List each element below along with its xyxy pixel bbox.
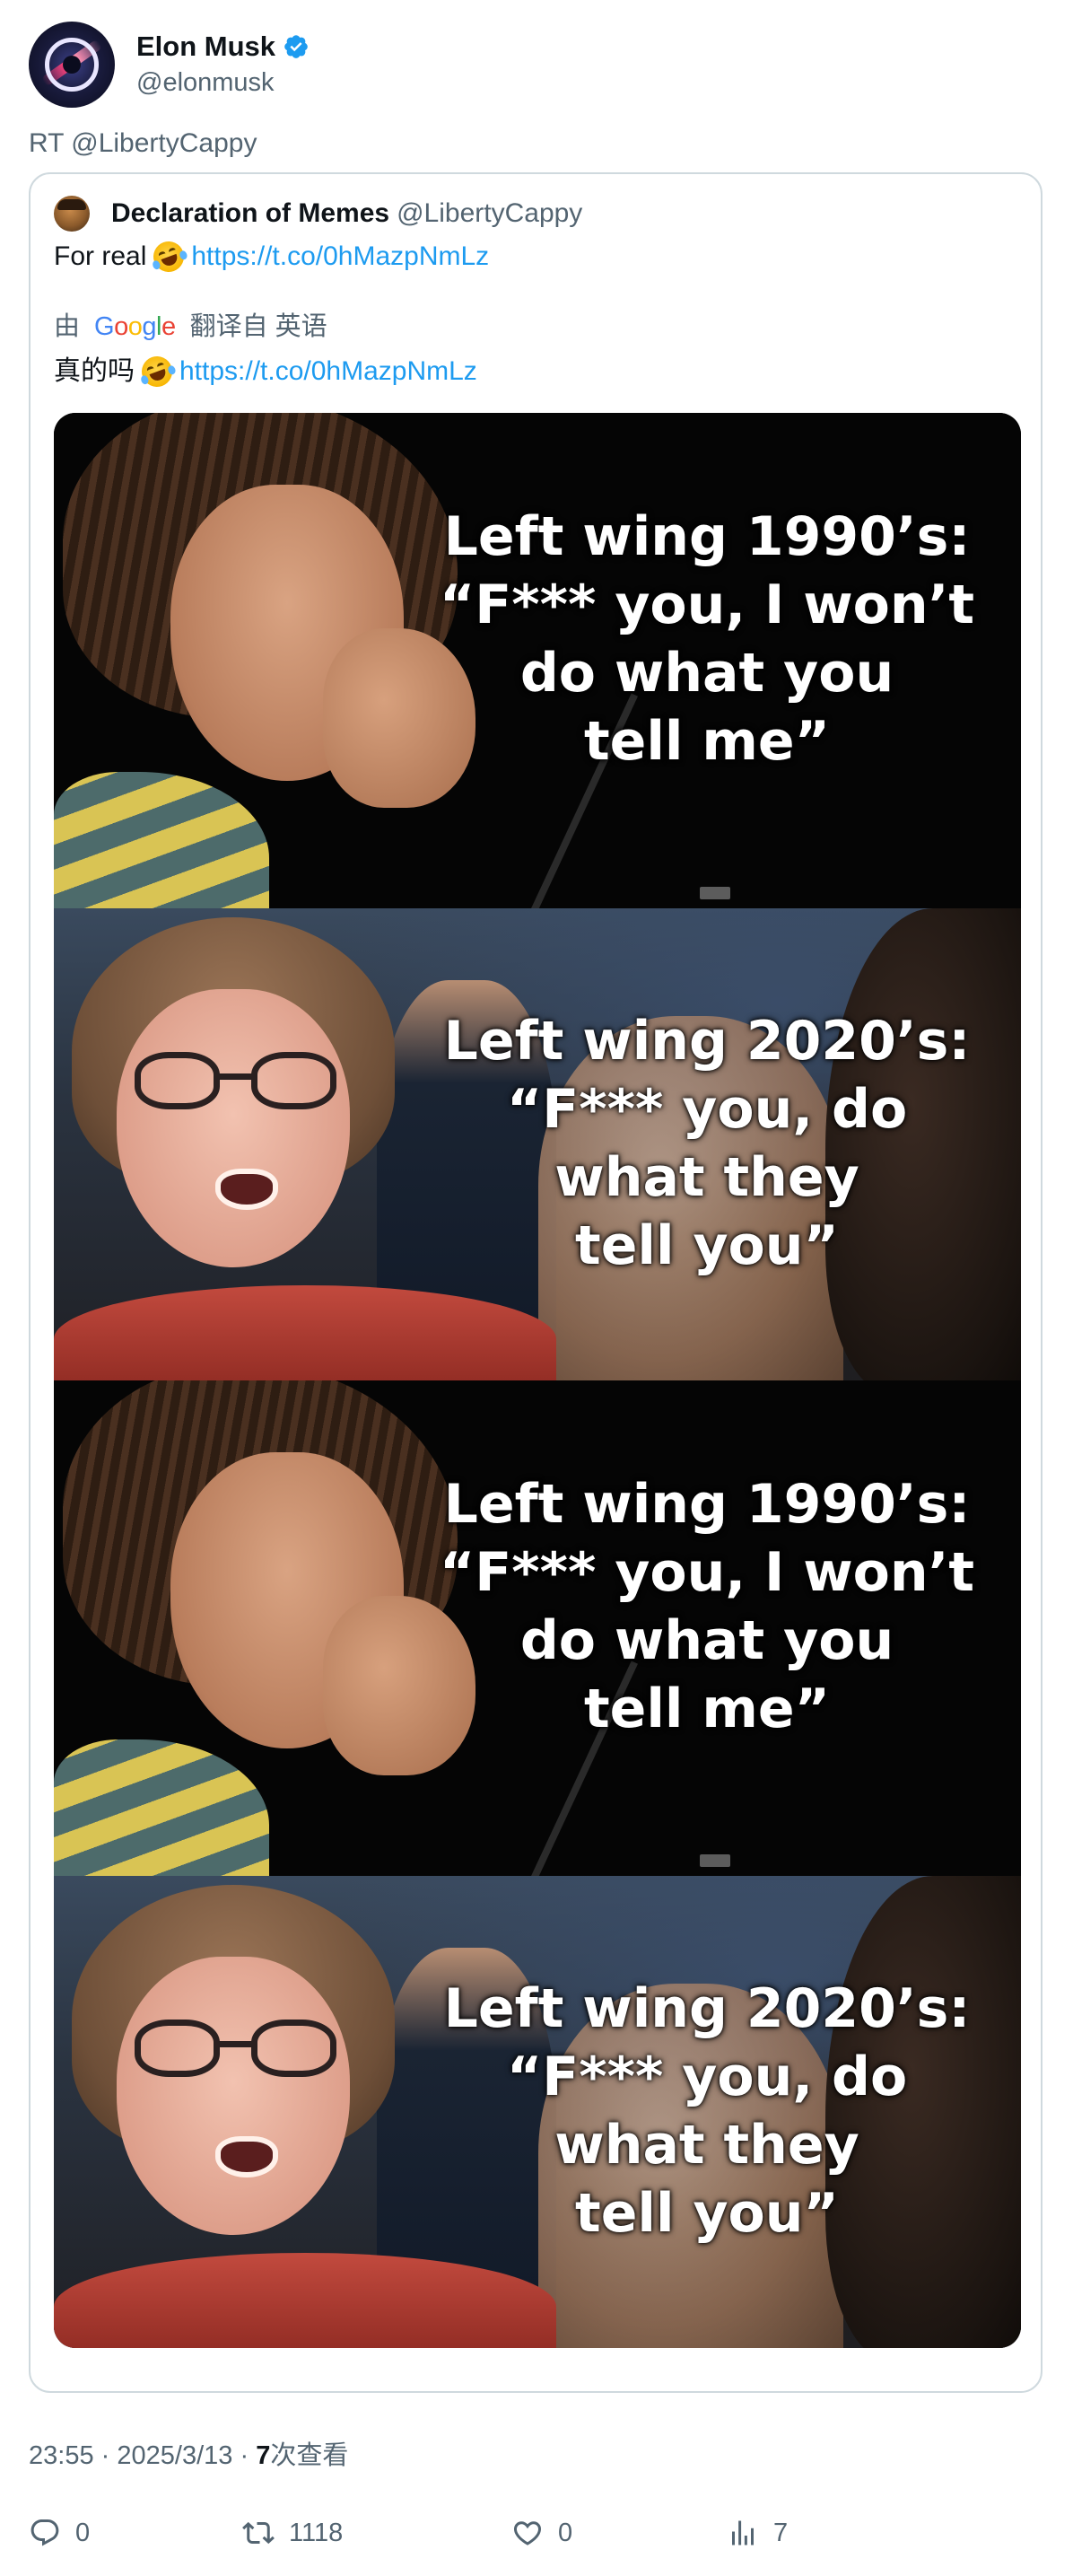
avatar-hat-shape — [57, 199, 86, 210]
quoted-tweet-link[interactable]: https://t.co/0hMazpNmLz — [191, 239, 489, 275]
google-logo-icon: Google — [94, 312, 176, 341]
quoted-author-handle[interactable]: @LibertyCappy — [397, 198, 582, 229]
tweet-timestamp-row: 23:55 · 2025/3/13 · 7次查看 — [29, 2440, 348, 2472]
rofl-emoji-icon — [149, 237, 189, 276]
meme-caption: Left wing 2020’s: “F*** you, do what the… — [443, 1977, 971, 2245]
meme-panel-2020-top: Left wing 2020’s: “F*** you, do what the… — [54, 908, 1021, 1380]
tweet-header: Elon Musk @elonmusk — [29, 22, 310, 108]
retweet-label: RT @LibertyCappy — [29, 128, 257, 158]
meta-separator: · — [240, 2441, 249, 2470]
translation-suffix: 翻译自 英语 — [189, 312, 327, 341]
translation-attribution: 由 Google 翻译自 英语 — [54, 309, 327, 345]
watermark — [700, 1854, 730, 1867]
views-count: 7 — [256, 2441, 271, 2470]
meta-separator: · — [100, 2441, 110, 2470]
watermark — [700, 887, 730, 899]
reply-count: 0 — [75, 2518, 91, 2547]
retweet-count: 1118 — [289, 2518, 344, 2547]
like-count: 0 — [558, 2518, 573, 2547]
meme-image[interactable]: Left wing 1990’s: “F*** you, I won’t do … — [54, 413, 1021, 2348]
quoted-tweet-card[interactable]: Declaration of Memes @LibertyCappy For r… — [29, 172, 1042, 2393]
author-display-name[interactable]: Elon Musk — [136, 30, 275, 64]
author-avatar[interactable] — [29, 22, 115, 108]
meme-panel-1990-bottom: Left wing 1990’s: “F*** you, I won’t do … — [54, 1380, 1021, 1876]
meme-panel-2020-bottom: Left wing 2020’s: “F*** you, do what the… — [54, 1876, 1021, 2348]
author-handle[interactable]: @elonmusk — [136, 66, 310, 100]
quoted-author-name[interactable]: Declaration of Memes — [111, 198, 389, 229]
meme-caption: Left wing 1990’s: “F*** you, I won’t do … — [439, 1473, 975, 1740]
meme-caption: Left wing 2020’s: “F*** you, do what the… — [443, 1010, 971, 1277]
views-label: 次查看 — [270, 2441, 349, 2470]
views-button[interactable]: 7 — [727, 2513, 788, 2553]
like-button[interactable]: 0 — [511, 2513, 572, 2553]
retweet-icon — [242, 2521, 275, 2545]
meme-caption: Left wing 1990’s: “F*** you, I won’t do … — [439, 505, 975, 773]
translation-prefix: 由 — [54, 312, 81, 341]
meme-panel-1990-top: Left wing 1990’s: “F*** you, I won’t do … — [54, 413, 1021, 908]
rofl-emoji-icon — [137, 352, 177, 391]
reply-button[interactable]: 0 — [29, 2513, 90, 2553]
translated-tweet-text: 真的吗 https://t.co/0hMazpNmLz — [54, 352, 477, 391]
tweet-time[interactable]: 23:55 — [29, 2441, 94, 2470]
views-chart-icon — [732, 2520, 754, 2545]
author-name-block: Elon Musk @elonmusk — [136, 30, 310, 100]
tweet-date[interactable]: 2025/3/13 — [117, 2441, 232, 2470]
quoted-text-content: For real — [54, 241, 147, 271]
reply-icon — [31, 2519, 59, 2546]
avatar-core — [63, 56, 81, 74]
translated-text-content: 真的吗 — [54, 356, 135, 386]
author-name-row: Elon Musk — [136, 30, 310, 64]
views-count-action: 7 — [773, 2518, 789, 2547]
heart-icon — [513, 2521, 542, 2545]
translated-tweet-link[interactable]: https://t.co/0hMazpNmLz — [179, 354, 477, 390]
tweet-action-bar: 0 1118 0 7 — [29, 2513, 1042, 2553]
quoted-author-avatar[interactable] — [54, 196, 90, 232]
verified-badge-icon — [284, 35, 308, 58]
quoted-tweet-header: Declaration of Memes @LibertyCappy — [54, 194, 582, 233]
retweet-button[interactable]: 1118 — [242, 2513, 343, 2553]
quoted-tweet-text: For real https://t.co/0hMazpNmLz — [54, 237, 489, 276]
